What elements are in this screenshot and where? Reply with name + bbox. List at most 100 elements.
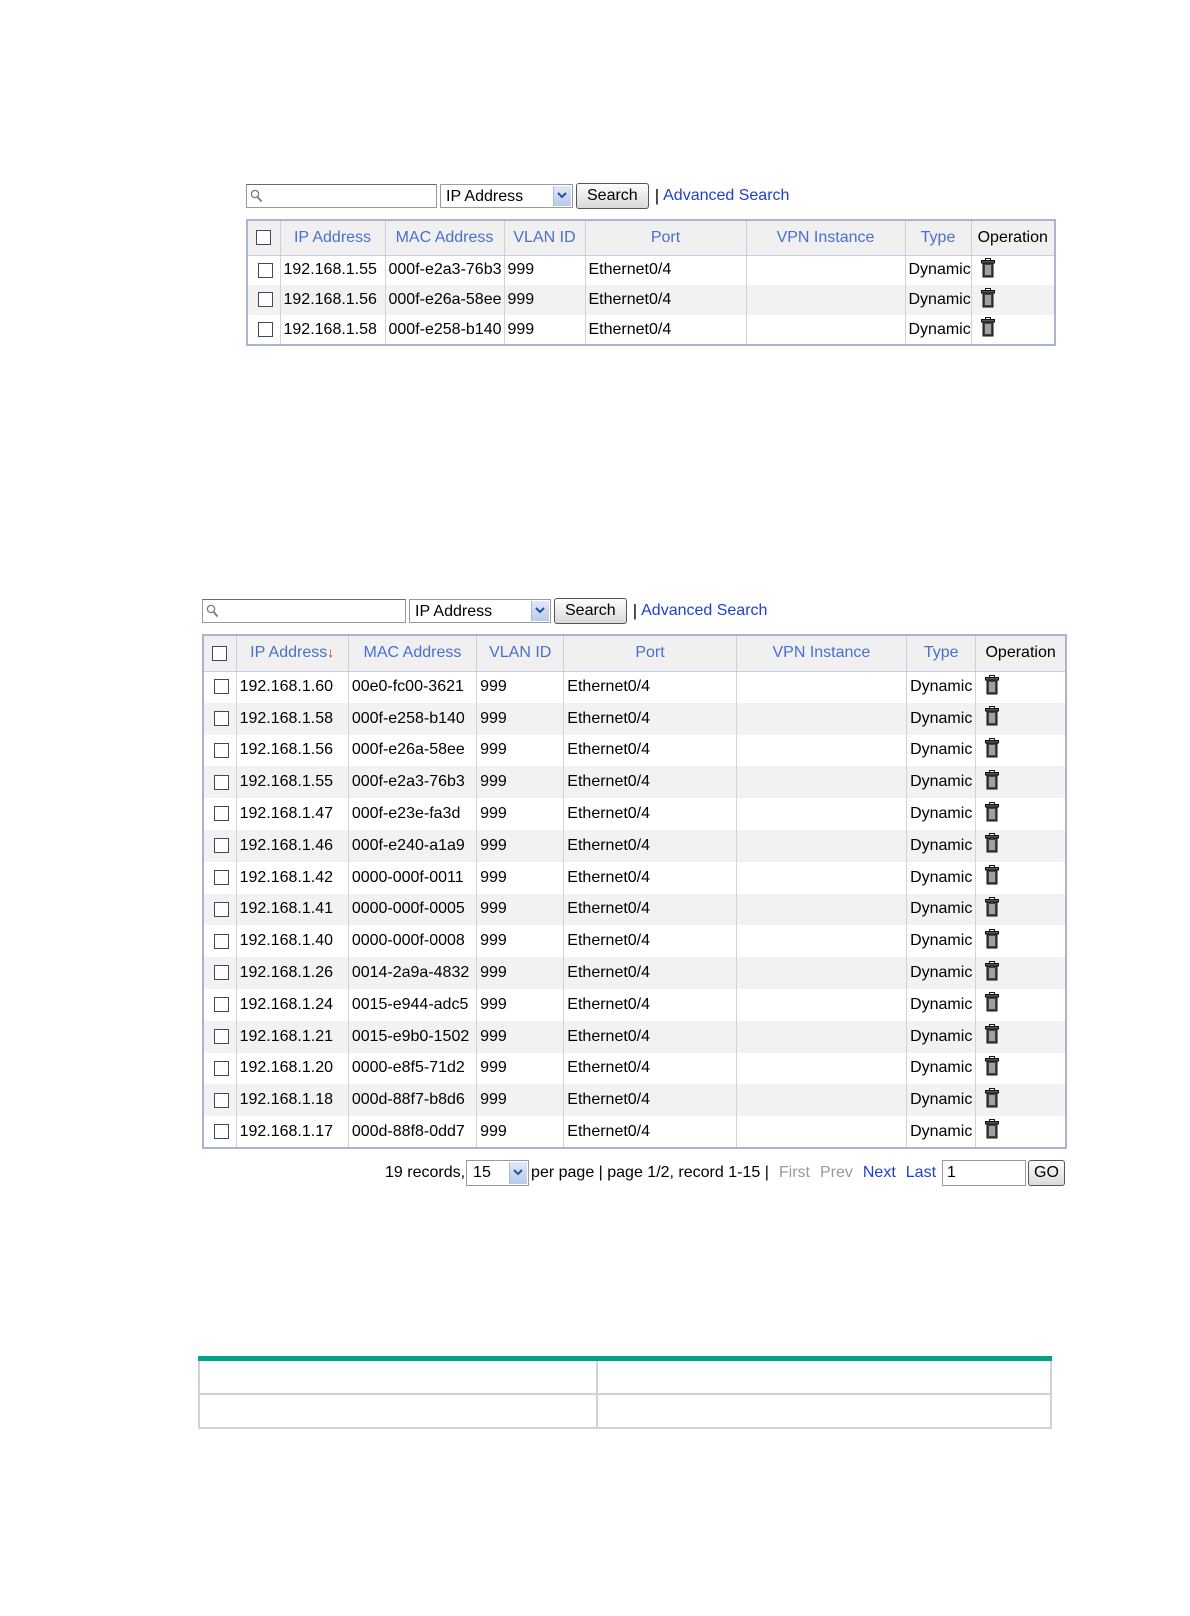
row-checkbox[interactable] [213, 774, 229, 790]
row-checkbox[interactable] [213, 869, 229, 885]
column-header-mac[interactable]: MAC Address [384, 219, 505, 256]
row-checkbox[interactable] [213, 901, 229, 917]
column-header-type[interactable]: Type [904, 219, 972, 256]
search-button[interactable]: Search [554, 598, 627, 624]
search-input-box[interactable] [246, 184, 437, 208]
go-button[interactable]: GO [1028, 1160, 1065, 1186]
table-row[interactable]: 192.168.1.24 0015-e944-adc5 999 Ethernet0/4… [202, 988, 1067, 1021]
row-checkbox[interactable] [213, 1060, 229, 1076]
row-checkbox[interactable] [257, 321, 273, 337]
cell-vpn [745, 255, 906, 285]
trash-icon[interactable] [985, 960, 1000, 986]
trash-icon[interactable] [980, 287, 995, 313]
document-table [198, 1356, 1052, 1429]
row-checkbox[interactable] [213, 838, 229, 854]
table-row[interactable]: 192.168.1.20 0000-e8f5-71d2 999 Ethernet0/4… [202, 1052, 1067, 1085]
row-checkbox[interactable] [257, 262, 273, 278]
row-checkbox[interactable] [213, 1123, 229, 1139]
row-checkbox[interactable] [257, 292, 273, 308]
last-page-link[interactable]: Last [906, 1164, 936, 1182]
table-row[interactable]: 192.168.1.56 000f-e26a-58ee 999 Ethernet0/4… [246, 285, 1056, 315]
prev-page-link: Prev [819, 1164, 853, 1181]
column-header-ip[interactable]: IP Address [279, 219, 386, 256]
table-row[interactable]: 192.168.1.40 0000-000f-0008 999 Ethernet0/4… [202, 925, 1067, 958]
trash-icon[interactable] [985, 801, 1000, 827]
trash-icon[interactable] [985, 928, 1000, 954]
cell-operation [975, 861, 1067, 894]
table-row[interactable]: 192.168.1.55 000f-e2a3-76b3 999 Ethernet0/4… [246, 255, 1056, 285]
column-header-mac[interactable]: MAC Address [347, 634, 478, 672]
cell-operation [975, 671, 1067, 703]
select-all-checkbox[interactable] [256, 230, 272, 246]
column-header-vpn[interactable]: VPN Instance [735, 634, 908, 672]
trash-icon[interactable] [980, 317, 995, 342]
cell-vpn [735, 893, 908, 926]
table-row[interactable]: 192.168.1.42 0000-000f-0011 999 Ethernet0/4… [202, 861, 1067, 894]
next-page-link[interactable]: Next [863, 1164, 896, 1182]
row-checkbox[interactable] [213, 1092, 229, 1108]
cell-vpn [735, 734, 908, 767]
dropdown-arrow-icon[interactable] [531, 601, 549, 621]
row-checkbox[interactable] [213, 1028, 229, 1044]
trash-icon[interactable] [985, 865, 1000, 890]
trash-icon[interactable] [985, 674, 1000, 700]
advanced-search-link[interactable]: Advanced Search [641, 602, 767, 620]
column-header-vlan[interactable]: VLAN ID [476, 634, 565, 672]
search-field-select[interactable]: IP Address [409, 599, 551, 623]
table-row[interactable]: 192.168.1.58 000f-e258-b140 999 Ethernet0/4… [202, 702, 1067, 735]
trash-icon[interactable] [985, 1087, 1000, 1113]
trash-icon[interactable] [985, 769, 1000, 795]
trash-icon[interactable] [980, 257, 995, 283]
row-checkbox[interactable] [213, 933, 229, 949]
table-row[interactable]: 192.168.1.18 000d-88f7-b8d6 999 Ethernet0/4… [202, 1084, 1067, 1117]
column-header-port[interactable]: Port [584, 219, 747, 256]
cell-vlan: 999 [476, 829, 565, 862]
column-header-vlan[interactable]: VLAN ID [503, 219, 586, 256]
select-all-checkbox[interactable] [212, 645, 228, 661]
table-row[interactable]: 192.168.1.58 000f-e258-b140 999 Ethernet0/4… [246, 315, 1056, 345]
table-row[interactable]: 192.168.1.46 000f-e240-a1a9 999 Ethernet0/4… [202, 829, 1067, 862]
cell-mac: 000f-e258-b140 [384, 315, 505, 345]
search-input-box[interactable] [202, 599, 406, 623]
table-row[interactable]: 192.168.1.41 0000-000f-0005 999 Ethernet0/4… [202, 893, 1067, 926]
trash-icon[interactable] [985, 1055, 1000, 1081]
trash-icon[interactable] [985, 706, 1000, 731]
column-header-vpn[interactable]: VPN Instance [745, 219, 906, 256]
table-row[interactable]: 192.168.1.17 000d-88f8-0dd7 999 Ethernet0/4… [202, 1116, 1067, 1148]
trash-icon[interactable] [985, 737, 1000, 763]
column-header-ip[interactable]: IP Address↓ [235, 634, 349, 672]
search-field-select[interactable]: IP Address [440, 184, 573, 208]
per-page-select[interactable]: 15 [466, 1160, 530, 1186]
row-checkbox-cell [202, 766, 237, 799]
row-checkbox-cell [202, 957, 237, 989]
dropdown-arrow-icon[interactable] [553, 186, 571, 206]
table-row[interactable]: 192.168.1.26 0014-2a9a-4832 999 Ethernet0/4… [202, 957, 1067, 989]
table-row[interactable]: 192.168.1.56 000f-e26a-58ee 999 Ethernet0/4… [202, 734, 1067, 767]
table-row[interactable]: 192.168.1.60 00e0-fc00-3621 999 Ethernet0/4… [202, 671, 1067, 703]
cell-port: Ethernet0/4 [563, 766, 737, 799]
trash-icon[interactable] [985, 992, 1000, 1017]
cell-port: Ethernet0/4 [584, 315, 747, 345]
trash-icon[interactable] [985, 833, 1000, 858]
search-input[interactable] [221, 602, 401, 620]
column-header-type[interactable]: Type [906, 634, 977, 672]
column-header-port[interactable]: Port [563, 634, 737, 672]
row-checkbox[interactable] [213, 679, 229, 695]
dropdown-arrow-icon[interactable] [509, 1162, 528, 1184]
cell-vlan: 999 [476, 702, 565, 735]
row-checkbox[interactable] [213, 997, 229, 1013]
trash-icon[interactable] [985, 896, 1000, 922]
table-row[interactable]: 192.168.1.21 0015-e9b0-1502 999 Ethernet0/4… [202, 1020, 1067, 1053]
table-row[interactable]: 192.168.1.55 000f-e2a3-76b3 999 Ethernet0/4… [202, 766, 1067, 799]
trash-icon[interactable] [985, 1024, 1000, 1049]
search-button[interactable]: Search [576, 183, 649, 209]
page-number-input[interactable] [942, 1160, 1027, 1186]
trash-icon[interactable] [985, 1119, 1000, 1144]
row-checkbox[interactable] [213, 710, 229, 726]
row-checkbox[interactable] [213, 965, 229, 981]
table-row[interactable]: 192.168.1.47 000f-e23e-fa3d 999 Ethernet0/4… [202, 798, 1067, 830]
row-checkbox[interactable] [213, 806, 229, 822]
row-checkbox[interactable] [213, 742, 229, 758]
advanced-search-link[interactable]: Advanced Search [663, 187, 789, 205]
search-input[interactable] [265, 187, 432, 205]
